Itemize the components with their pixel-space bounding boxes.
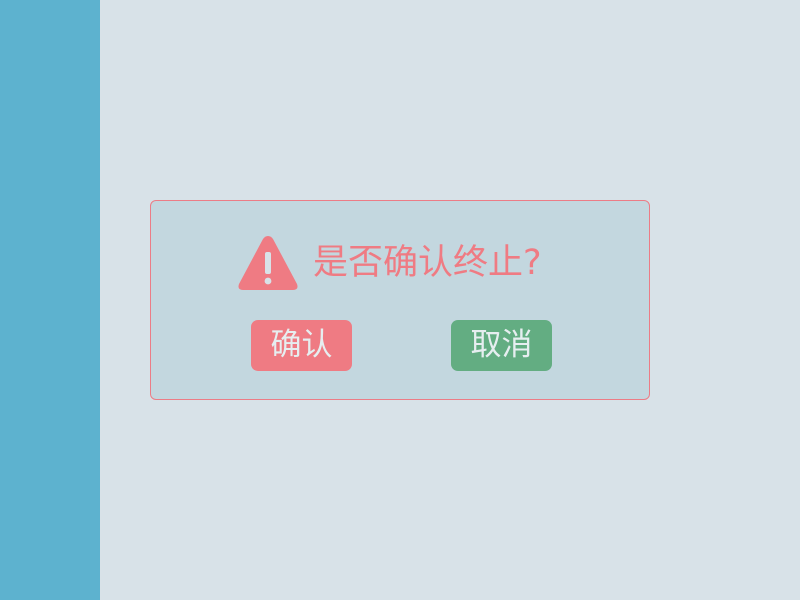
- confirm-button[interactable]: 确认: [251, 320, 352, 371]
- dialog-message-row: 是否确认终止?: [237, 235, 542, 291]
- warning-triangle-icon: [238, 236, 298, 290]
- sidebar: [0, 0, 100, 600]
- dialog-message: 是否确认终止?: [313, 243, 542, 283]
- confirm-dialog: 是否确认终止? 确认 取消: [150, 200, 650, 400]
- cancel-button[interactable]: 取消: [451, 320, 552, 371]
